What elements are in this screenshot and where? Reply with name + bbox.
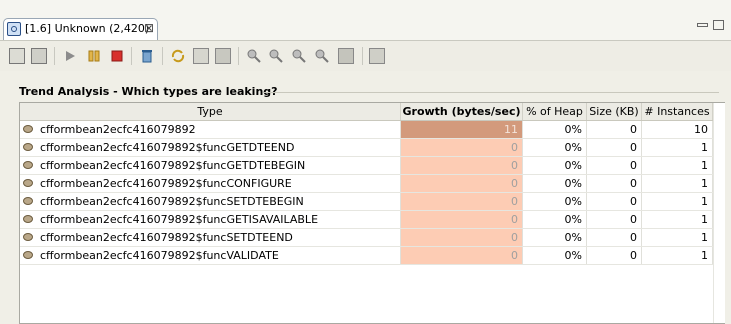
type-cell: cfformbean2ecfc416079892$funcGETDTEBEGIN: [20, 157, 401, 174]
heap-percent-cell: 0%: [523, 157, 587, 174]
size-cell: 0: [587, 229, 642, 246]
table-row[interactable]: cfformbean2ecfc416079892$funcCONFIGURE 0 0…: [20, 175, 724, 193]
section-title: Trend Analysis - Which types are leaking…: [19, 85, 278, 98]
toolbar-separator: [131, 47, 132, 65]
toolbar-separator: [54, 47, 55, 65]
maximize-icon[interactable]: [713, 20, 724, 30]
instances-cell: 10: [642, 121, 713, 138]
close-icon[interactable]: ⊠: [144, 21, 154, 35]
growth-cell: 0: [401, 175, 523, 192]
column-header-instances[interactable]: # Instances: [642, 103, 713, 120]
toolbar-separator: [362, 47, 363, 65]
growth-cell: 0: [401, 157, 523, 174]
find-instances-icon[interactable]: [246, 48, 262, 64]
growth-cell: 0: [401, 211, 523, 228]
toolbar-separator: [238, 47, 239, 65]
size-cell: 0: [587, 157, 642, 174]
heap-percent-cell: 0%: [523, 139, 587, 156]
settings-icon[interactable]: [193, 48, 209, 64]
size-cell: 0: [587, 175, 642, 192]
table-filler: [713, 103, 725, 323]
instances-cell: 1: [642, 229, 713, 246]
find-path-icon[interactable]: [291, 48, 307, 64]
column-header-heap[interactable]: % of Heap: [523, 103, 587, 120]
tab-title: [1.6] Unknown (2,420): [25, 22, 150, 35]
growth-cell: 0: [401, 247, 523, 264]
export-icon[interactable]: [9, 48, 25, 64]
type-cell: cfformbean2ecfc416079892: [20, 121, 401, 138]
print-icon[interactable]: [31, 48, 47, 64]
stop-icon[interactable]: [109, 48, 125, 64]
table-row[interactable]: cfformbean2ecfc416079892$funcGETDTEBEGIN…: [20, 157, 724, 175]
instances-cell: 1: [642, 211, 713, 228]
instances-cell: 1: [642, 247, 713, 264]
type-cell: cfformbean2ecfc416079892$funcSETDTEEND: [20, 229, 401, 246]
heap-percent-cell: 0%: [523, 193, 587, 210]
growth-cell: 0: [401, 139, 523, 156]
growth-cell: 11: [401, 121, 523, 138]
profiler-icon: [7, 22, 21, 36]
size-cell: 0: [587, 139, 642, 156]
toolbar: [0, 40, 731, 71]
instances-cell: 1: [642, 157, 713, 174]
find-1to1-icon[interactable]: [314, 48, 330, 64]
table-header: Type Growth (bytes/sec) % of Heap Size (…: [20, 103, 724, 121]
tab-unknown[interactable]: [1.6] Unknown (2,420) ⊠: [3, 18, 158, 40]
type-cell: cfformbean2ecfc416079892$funcGETISAVAILA…: [20, 211, 401, 228]
type-cell: cfformbean2ecfc416079892$funcSETDTEBEGIN: [20, 193, 401, 210]
size-cell: 0: [587, 247, 642, 264]
trend-analysis-panel: Trend Analysis - Which types are leaking…: [12, 73, 727, 324]
type-cell: cfformbean2ecfc416079892$funcGETDTEEND: [20, 139, 401, 156]
pause-icon[interactable]: [86, 48, 102, 64]
column-header-type[interactable]: Type: [20, 103, 401, 120]
resume-icon[interactable]: [62, 48, 78, 64]
instances-cell: 1: [642, 139, 713, 156]
table-row[interactable]: cfformbean2ecfc416079892$funcVALIDATE 0 0%…: [20, 247, 724, 265]
growth-cell: 0: [401, 229, 523, 246]
growth-cell: 0: [401, 193, 523, 210]
size-cell: 0: [587, 121, 642, 138]
section-divider: [264, 92, 719, 93]
table-row[interactable]: cfformbean2ecfc416079892$funcGETDTEEND 0 0…: [20, 139, 724, 157]
table-row[interactable]: cfformbean2ecfc416079892$funcGETISAVAILA…: [20, 211, 724, 229]
heap-percent-cell: 0%: [523, 211, 587, 228]
table-row[interactable]: cfformbean2ecfc416079892 11 0% 0 10: [20, 121, 724, 139]
column-header-size[interactable]: Size (KB): [587, 103, 642, 120]
instances-cell: 1: [642, 175, 713, 192]
heap-percent-cell: 0%: [523, 229, 587, 246]
compare-icon[interactable]: [338, 48, 354, 64]
table-row[interactable]: cfformbean2ecfc416079892$funcSETDTEBEGIN…: [20, 193, 724, 211]
find-referrers-icon[interactable]: [268, 48, 284, 64]
minimize-icon[interactable]: [697, 23, 708, 27]
toolbar-separator: [162, 47, 163, 65]
report-icon[interactable]: [369, 48, 385, 64]
size-cell: 0: [587, 211, 642, 228]
editor-tab-bar: [1.6] Unknown (2,420) ⊠: [0, 0, 731, 40]
leak-table: Type Growth (bytes/sec) % of Heap Size (…: [19, 102, 725, 324]
table-row[interactable]: cfformbean2ecfc416079892$funcSETDTEEND 0 0…: [20, 229, 724, 247]
heap-percent-cell: 0%: [523, 247, 587, 264]
refresh-icon[interactable]: [170, 48, 186, 64]
column-header-growth[interactable]: Growth (bytes/sec): [401, 103, 523, 120]
instances-cell: 1: [642, 193, 713, 210]
garbage-collect-icon[interactable]: [139, 48, 155, 64]
snapshot-icon[interactable]: [215, 48, 231, 64]
heap-percent-cell: 0%: [523, 121, 587, 138]
size-cell: 0: [587, 193, 642, 210]
heap-percent-cell: 0%: [523, 175, 587, 192]
type-cell: cfformbean2ecfc416079892$funcVALIDATE: [20, 247, 401, 264]
type-cell: cfformbean2ecfc416079892$funcCONFIGURE: [20, 175, 401, 192]
